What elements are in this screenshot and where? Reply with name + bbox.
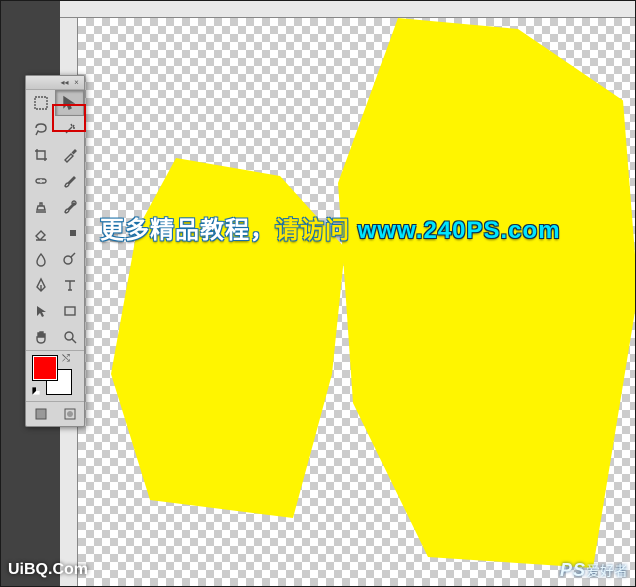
pen-tool[interactable] [26, 272, 55, 298]
standard-mode-button[interactable] [26, 402, 55, 426]
default-colors-icon[interactable] [32, 387, 39, 394]
overlay-action: 请访问 [275, 217, 350, 244]
tutorial-overlay-text: 更多精品教程，请访问 www.240PS.com [100, 210, 616, 245]
gradient-tool[interactable] [55, 220, 84, 246]
watermark-ps: PS [560, 560, 586, 580]
dodge-tool[interactable] [55, 246, 84, 272]
ruler-horizontal[interactable] [60, 0, 636, 18]
panel-header: ◂◂ × [26, 76, 84, 90]
spot-healing-tool[interactable] [26, 168, 55, 194]
crop-tool[interactable] [26, 142, 55, 168]
rectangular-marquee-tool[interactable] [26, 90, 55, 116]
hand-tool[interactable] [26, 324, 55, 350]
quick-mask-button[interactable] [55, 402, 84, 426]
history-brush-tool[interactable] [55, 194, 84, 220]
lasso-tool[interactable] [26, 116, 55, 142]
zoom-tool[interactable] [55, 324, 84, 350]
eyedropper-tool[interactable] [55, 142, 84, 168]
brush-tool[interactable] [55, 168, 84, 194]
foreground-color-swatch[interactable] [32, 355, 58, 381]
artwork-calligraphy [78, 18, 636, 587]
close-icon[interactable]: × [72, 79, 81, 86]
eraser-tool[interactable] [26, 220, 55, 246]
color-swatch-section: ⤭ [26, 350, 84, 401]
watermark-right: PS爱好者 [560, 560, 628, 581]
mode-buttons [26, 401, 84, 426]
collapse-icon[interactable]: ◂◂ [60, 79, 69, 86]
overlay-prefix: 更多精品教程， [100, 217, 275, 244]
path-selection-tool[interactable] [26, 298, 55, 324]
color-swatches: ⤭ [32, 355, 72, 395]
canvas[interactable] [78, 18, 636, 587]
swap-colors-icon[interactable]: ⤭ [62, 353, 74, 365]
watermark-suffix: 爱好者 [586, 563, 628, 579]
tutorial-highlight-box [52, 104, 86, 132]
watermark-left: UiBQ.Com [8, 561, 88, 579]
blur-tool[interactable] [26, 246, 55, 272]
clone-stamp-tool[interactable] [26, 194, 55, 220]
type-tool[interactable] [55, 272, 84, 298]
overlay-url: www.240PS.com [358, 217, 561, 244]
shape-tool[interactable] [55, 298, 84, 324]
